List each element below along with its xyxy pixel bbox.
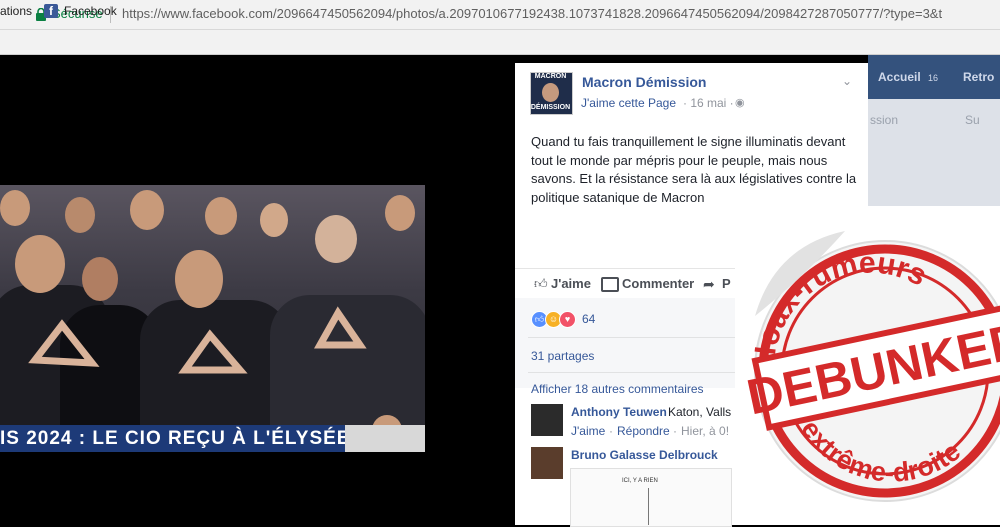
separator-dot: ·	[609, 424, 613, 438]
nav-home[interactable]: Accueil	[878, 70, 921, 84]
side-panel-text: ssion	[870, 113, 899, 127]
facebook-icon: f	[44, 4, 58, 18]
share-icon: ➦	[703, 276, 715, 292]
bookmarks-bar	[0, 30, 1000, 55]
like-page-link[interactable]: J'aime cette Page	[581, 96, 676, 110]
comment-avatar[interactable]	[531, 447, 563, 479]
more-comments-link[interactable]: Afficher 18 autres commentaires	[531, 382, 704, 396]
comment-reply-link[interactable]: Répondre	[617, 424, 670, 438]
like-icon: 👍︎	[534, 276, 548, 291]
post-date[interactable]: · 16 mai ·	[683, 96, 734, 110]
reaction-count[interactable]: 64	[582, 312, 595, 326]
comment-time[interactable]: Hier, à 0!	[681, 424, 729, 438]
avatar-face	[542, 83, 559, 102]
bookmark-facebook[interactable]: Facebook	[64, 4, 117, 18]
side-panel-text-2: Su	[965, 113, 980, 127]
tv-banner: IS 2024 : LE CIO REÇU À L'ÉLYSÉE	[0, 425, 345, 452]
avatar-text-top: MACRON	[534, 73, 567, 80]
comment-text: Katon, Valls	[668, 405, 732, 419]
debunked-stamp: Hoax-rumeurs d'extrême-droite DEBUNKED	[742, 231, 1000, 502]
comment-image[interactable]	[570, 468, 732, 527]
globe-icon: ◉	[735, 97, 745, 109]
comment-avatar[interactable]	[531, 404, 563, 436]
tv-banner-side	[345, 425, 425, 452]
page-name[interactable]: Macron Démission	[582, 74, 706, 90]
comment-image-drawing	[648, 488, 649, 525]
triangle-hands	[28, 306, 367, 374]
url-text[interactable]: https://www.facebook.com/209664745056209…	[122, 6, 1000, 21]
comment-author[interactable]: Bruno Galasse Delbrouck	[571, 448, 718, 462]
comment-like-link[interactable]: J'aime	[571, 424, 605, 438]
love-reaction-icon: ♥	[559, 311, 576, 328]
post-text: Quand tu fais tranquillement le signe il…	[531, 134, 857, 205]
like-button[interactable]: J'aime	[551, 276, 591, 291]
comment-image-caption: ICI, Y A RIEN	[622, 478, 658, 484]
bookmark-applications[interactable]: ations	[0, 4, 32, 18]
avatar-text-bottom: DÉMISSION	[530, 104, 571, 111]
comment-author[interactable]: Anthony Teuwen	[571, 405, 667, 419]
comment-icon	[601, 277, 619, 292]
shares-count[interactable]: 31 partages	[531, 349, 594, 363]
nav-home-count: 16	[928, 73, 939, 83]
comment-button[interactable]: Commenter	[622, 276, 694, 291]
share-button[interactable]: P	[722, 276, 731, 291]
chevron-down-icon[interactable]: ⌄	[842, 74, 852, 88]
separator-dot: ·	[673, 424, 677, 438]
post-photo[interactable]	[0, 185, 425, 452]
nav-find-friends[interactable]: Retro	[963, 70, 994, 84]
